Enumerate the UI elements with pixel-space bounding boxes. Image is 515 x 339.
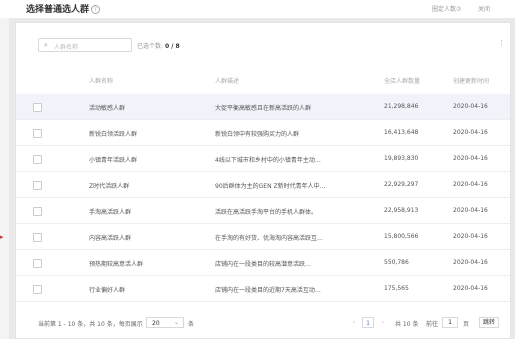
row-checkbox[interactable] (33, 181, 42, 190)
crowd-desc: 大促平衡高敏感且在新高活跃的人群 (215, 105, 312, 112)
header-desc: 人群描述 (215, 78, 240, 85)
selected-count-label: 已选个数: (137, 43, 164, 50)
crowd-desc: 活跃在高活跃手淘平台的手机人群体。 (215, 209, 318, 216)
crowd-date: 2020-04-16 (453, 181, 488, 188)
crowd-name: Z时代活跃人群 (89, 183, 130, 190)
crowd-desc: 店铺内在一段类目的较高潜意活跃… (215, 261, 312, 268)
chevron-down-icon: ⌄ (173, 319, 179, 326)
crowd-date: 2020-04-16 (453, 103, 488, 110)
crowd-name: 小镇青年活跃人群 (89, 157, 138, 164)
dialog-title-text: 选择普通选人群 (26, 5, 90, 15)
search-icon: ⌕ (44, 41, 48, 49)
pagination-bar: 当前第 1 - 10 条，共 10 条，每页展示 20 ⌄ 条 ‹ 1 › 共 … (16, 311, 510, 339)
crowd-desc: 90后群体为主的GEN Z新时代青年人中… (215, 183, 326, 190)
crowd-count: 550,786 (384, 259, 409, 266)
crowd-date: 2020-04-16 (453, 285, 488, 292)
page-size-select[interactable]: 20 ⌄ (146, 317, 184, 328)
row-checkbox[interactable] (33, 207, 42, 216)
crowd-name: 手淘高活跃人群 (89, 209, 132, 216)
row-checkbox[interactable] (33, 233, 42, 242)
header-count: 全店人群数量 (384, 78, 421, 85)
table-row[interactable]: Z时代活跃人群 90后群体为主的GEN Z新时代青年人中… 22,929,297… (16, 172, 510, 198)
crowd-date: 2020-04-16 (453, 129, 488, 136)
table-row[interactable]: 行业偏好人群 店铺内在一段类目的近期7天高活互动… 175,565 2020-0… (16, 276, 510, 302)
total-text: 共 10 条 (395, 321, 419, 328)
crowd-desc: 在手淘的有好货、优海淘内容高活跃互… (215, 235, 324, 242)
crowd-count: 16,413,648 (384, 129, 419, 136)
more-vertical-icon[interactable]: ⋮ (498, 39, 505, 47)
row-checkbox[interactable] (33, 103, 42, 112)
range-text: 当前第 1 - 10 条，共 10 条，每页展示 (38, 321, 143, 328)
table-header: 人群名称 人群描述 全店人群数量 创建更新时间 (16, 66, 510, 95)
goto-page-input[interactable]: 1 (442, 317, 458, 328)
crowd-date: 2020-04-16 (453, 259, 488, 266)
crowd-count-help[interactable]: 圈定人数⑦ (432, 4, 461, 13)
go-button[interactable]: 跳转 (479, 317, 499, 328)
row-checkbox[interactable] (33, 155, 42, 164)
search-input[interactable]: ⌕ 人群名称 (38, 38, 132, 52)
background-strip (0, 18, 9, 339)
crowd-date: 2020-04-16 (453, 155, 488, 162)
crowd-name: 活动敏感人群 (89, 105, 126, 112)
crowd-panel: ⌕ 人群名称 已选个数: 0 / 8 ⋮ 人群名称 人群描述 全店人群数量 创建… (15, 22, 511, 339)
arrow-indicator-icon: ▸ (0, 233, 4, 241)
crowd-name: 预热期较高意活人群 (89, 261, 144, 268)
crowd-date: 2020-04-16 (453, 233, 488, 240)
crowd-count: 19,893,830 (384, 155, 419, 162)
dialog-title: 选择普通选人群? (26, 2, 101, 15)
goto-label: 前往 (426, 321, 439, 328)
crowd-count: 22,929,297 (384, 181, 419, 188)
page-unit: 页 (463, 321, 470, 328)
table-row[interactable]: 小镇青年活跃人群 4线以下城市和乡村中的小镇青年主动… 19,893,830 2… (16, 146, 510, 172)
row-checkbox[interactable] (33, 285, 42, 294)
crowd-count: 21,298,846 (384, 103, 419, 110)
crowd-count: 175,565 (384, 285, 409, 292)
table-row[interactable]: 手淘高活跃人群 活跃在高活跃手淘平台的手机人群体。 22,958,913 202… (16, 198, 510, 224)
row-checkbox[interactable] (33, 259, 42, 268)
help-icon[interactable]: ? (91, 5, 101, 14)
crowd-name: 内容高活跃人群 (89, 235, 132, 242)
prev-page-button[interactable]: ‹ (348, 317, 360, 328)
dialog-header: 选择普通选人群? 圈定人数⑦ 关闭 (0, 0, 515, 18)
crowd-count: 15,800,566 (384, 233, 419, 240)
header-date: 创建更新时间 (453, 78, 490, 85)
crowd-date: 2020-04-16 (453, 207, 488, 214)
header-name: 人群名称 (89, 78, 114, 85)
page-1-button[interactable]: 1 (362, 317, 374, 328)
crowd-desc: 4线以下城市和乡村中的小镇青年主动… (215, 157, 321, 164)
close-button[interactable]: 关闭 (478, 4, 490, 13)
table-row[interactable]: 内容高活跃人群 在手淘的有好货、优海淘内容高活跃互… 15,800,566 20… (16, 224, 510, 250)
table-row[interactable]: 活动敏感人群 大促平衡高敏感且在新高活跃的人群 21,298,846 2020-… (16, 94, 510, 120)
selected-count: 已选个数: 0 / 8 (137, 41, 180, 50)
table-row[interactable]: 新锐白领活跃人群 新锐白领中有较强购买力的人群 16,413,648 2020-… (16, 120, 510, 146)
crowd-desc: 新锐白领中有较强购买力的人群 (215, 131, 300, 138)
row-checkbox[interactable] (33, 129, 42, 138)
selected-count-value: 0 / 8 (164, 43, 180, 50)
crowd-name: 行业偏好人群 (89, 287, 126, 294)
crowd-desc: 店铺内在一段类目的近期7天高活互动… (215, 287, 321, 294)
crowd-name: 新锐白领活跃人群 (89, 131, 138, 138)
search-placeholder: 人群名称 (54, 44, 79, 51)
page-size-unit: 条 (188, 321, 195, 328)
table-row[interactable]: 预热期较高意活人群 店铺内在一段类目的较高潜意活跃… 550,786 2020-… (16, 250, 510, 276)
crowd-count: 22,958,913 (384, 207, 419, 214)
page-size-value: 20 (152, 320, 160, 327)
next-page-button[interactable]: › (377, 317, 389, 328)
